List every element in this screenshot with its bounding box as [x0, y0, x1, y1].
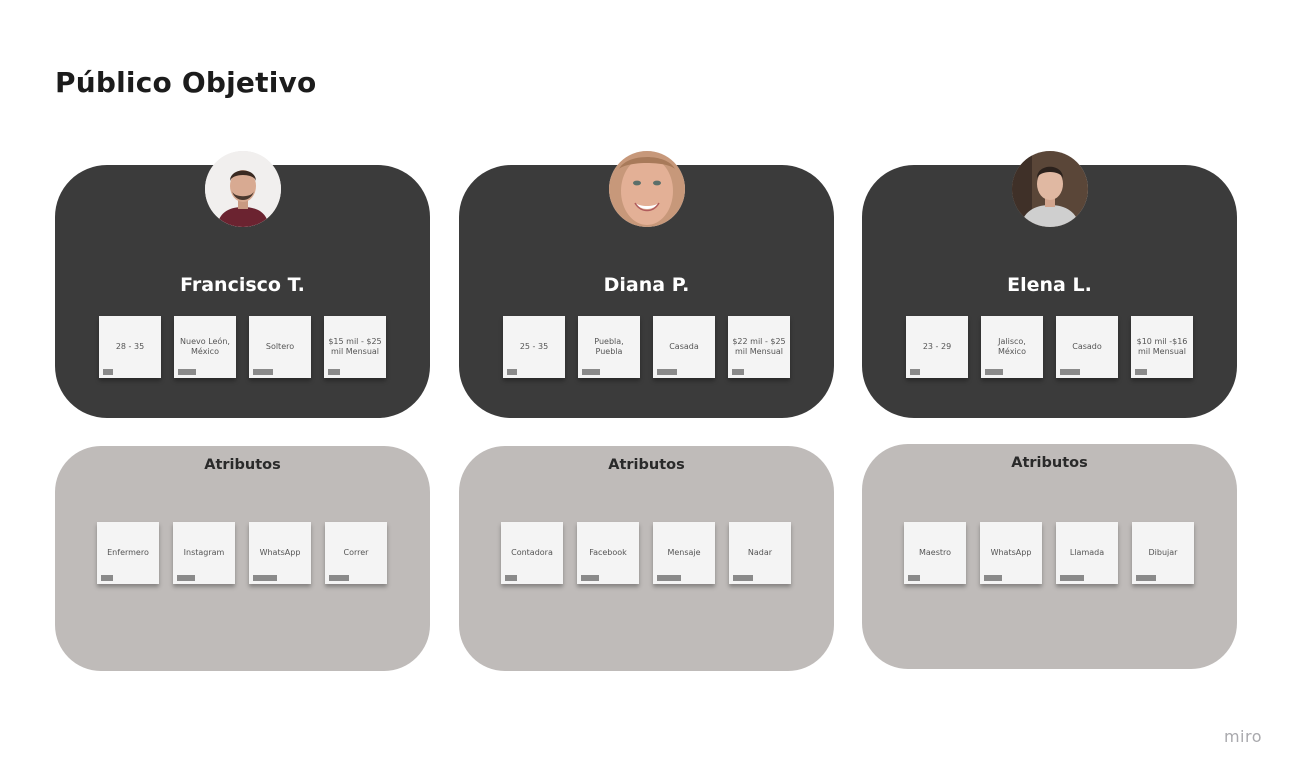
note-tag — [985, 369, 1003, 375]
avatar[interactable] — [1012, 151, 1088, 227]
note-text: Instagram — [183, 548, 225, 557]
persona-notes: 23 - 29 Jalisco, México Casado $10 mil -… — [906, 316, 1193, 378]
note-tag — [177, 575, 195, 581]
attributes-title: Atributos — [204, 457, 281, 473]
persona-name: Elena L. — [1007, 274, 1092, 296]
note-text: WhatsApp — [990, 548, 1032, 557]
attribute-notes: Maestro WhatsApp Llamada Dibujar — [904, 522, 1194, 584]
note-tag — [657, 369, 677, 375]
attributes-title: Atributos — [1011, 455, 1088, 471]
sticky-note-attribute[interactable]: WhatsApp — [249, 522, 311, 584]
note-text: Mensaje — [667, 548, 701, 557]
note-tag — [1136, 575, 1156, 581]
avatar[interactable] — [205, 151, 281, 227]
note-text: Maestro — [918, 548, 952, 557]
sticky-note-location[interactable]: Nuevo León, México — [174, 316, 236, 378]
sticky-note-attribute[interactable]: Nadar — [729, 522, 791, 584]
note-text: Casado — [1072, 342, 1102, 351]
attributes-title: Atributos — [608, 457, 685, 473]
note-tag — [657, 575, 681, 581]
persona-notes: 28 - 35 Nuevo León, México Soltero $15 m… — [99, 316, 386, 378]
note-text: $10 mil -$16 mil Mensual — [1136, 337, 1188, 356]
sticky-note-status[interactable]: Casado — [1056, 316, 1118, 378]
note-tag — [908, 575, 920, 581]
note-tag — [582, 369, 600, 375]
note-tag — [733, 575, 753, 581]
avatar[interactable] — [609, 151, 685, 227]
woman-portrait-icon — [609, 151, 685, 227]
note-tag — [507, 369, 517, 375]
persona-card-francisco[interactable]: Francisco T. 28 - 35 Nuevo León, México … — [55, 151, 430, 418]
sticky-note-income[interactable]: $10 mil -$16 mil Mensual — [1131, 316, 1193, 378]
note-text: Soltero — [265, 342, 295, 351]
sticky-note-income[interactable]: $22 mil - $25 mil Mensual — [728, 316, 790, 378]
note-tag — [103, 369, 113, 375]
note-tag — [505, 575, 517, 581]
note-text: Contadora — [511, 548, 553, 557]
sticky-note-income[interactable]: $15 mil - $25 mil Mensual — [324, 316, 386, 378]
note-text: Nuevo León, México — [180, 337, 230, 356]
note-tag — [581, 575, 599, 581]
note-text: Casada — [669, 342, 699, 351]
man-portrait-icon — [205, 151, 281, 227]
sticky-note-attribute[interactable]: Llamada — [1056, 522, 1118, 584]
note-text: Puebla, Puebla — [594, 337, 624, 356]
page-title: Público Objetivo — [55, 66, 317, 99]
sticky-note-status[interactable]: Soltero — [249, 316, 311, 378]
sticky-note-attribute[interactable]: Enfermero — [97, 522, 159, 584]
sticky-note-attribute[interactable]: Facebook — [577, 522, 639, 584]
note-text: Jalisco, México — [998, 337, 1026, 356]
note-text: Llamada — [1069, 548, 1105, 557]
sticky-note-age[interactable]: 23 - 29 — [906, 316, 968, 378]
man-portrait-icon — [1012, 151, 1088, 227]
note-text: 25 - 35 — [519, 342, 549, 351]
attributes-card-elena[interactable]: Atributos Maestro WhatsApp Llamada Dibuj… — [862, 444, 1237, 669]
sticky-note-attribute[interactable]: WhatsApp — [980, 522, 1042, 584]
sticky-note-age[interactable]: 28 - 35 — [99, 316, 161, 378]
persona-name: Francisco T. — [180, 274, 305, 296]
note-tag — [910, 369, 920, 375]
note-text: WhatsApp — [259, 548, 301, 557]
note-text: 23 - 29 — [922, 342, 952, 351]
note-tag — [328, 369, 340, 375]
persona-card-elena[interactable]: Elena L. 23 - 29 Jalisco, México Casado … — [862, 151, 1237, 418]
sticky-note-attribute[interactable]: Contadora — [501, 522, 563, 584]
note-text: 28 - 35 — [115, 342, 145, 351]
note-tag — [253, 369, 273, 375]
note-text: $22 mil - $25 mil Mensual — [732, 337, 786, 356]
note-tag — [253, 575, 277, 581]
attributes-card-diana[interactable]: Atributos Contadora Facebook Mensaje Nad… — [459, 446, 834, 671]
attribute-notes: Enfermero Instagram WhatsApp Correr — [97, 522, 387, 584]
persona-notes: 25 - 35 Puebla, Puebla Casada $22 mil - … — [503, 316, 790, 378]
miro-logo: miro — [1223, 727, 1262, 746]
sticky-note-status[interactable]: Casada — [653, 316, 715, 378]
note-text: Enfermero — [107, 548, 149, 557]
sticky-note-attribute[interactable]: Dibujar — [1132, 522, 1194, 584]
note-tag — [329, 575, 349, 581]
note-tag — [732, 369, 744, 375]
note-tag — [1135, 369, 1147, 375]
sticky-note-location[interactable]: Puebla, Puebla — [578, 316, 640, 378]
sticky-note-attribute[interactable]: Maestro — [904, 522, 966, 584]
note-text: Facebook — [589, 548, 627, 557]
note-text: Nadar — [747, 548, 773, 557]
note-tag — [101, 575, 113, 581]
sticky-note-age[interactable]: 25 - 35 — [503, 316, 565, 378]
attribute-notes: Contadora Facebook Mensaje Nadar — [501, 522, 791, 584]
sticky-note-attribute[interactable]: Mensaje — [653, 522, 715, 584]
attributes-card-francisco[interactable]: Atributos Enfermero Instagram WhatsApp C… — [55, 446, 430, 671]
note-tag — [1060, 369, 1080, 375]
persona-name: Diana P. — [603, 274, 690, 296]
sticky-note-attribute[interactable]: Instagram — [173, 522, 235, 584]
note-tag — [1060, 575, 1084, 581]
persona-card-diana[interactable]: Diana P. 25 - 35 Puebla, Puebla Casada $… — [459, 151, 834, 418]
sticky-note-attribute[interactable]: Correr — [325, 522, 387, 584]
note-tag — [178, 369, 196, 375]
note-tag — [984, 575, 1002, 581]
sticky-note-location[interactable]: Jalisco, México — [981, 316, 1043, 378]
note-text: $15 mil - $25 mil Mensual — [328, 337, 382, 356]
note-text: Correr — [343, 548, 369, 557]
note-text: Dibujar — [1148, 548, 1178, 557]
